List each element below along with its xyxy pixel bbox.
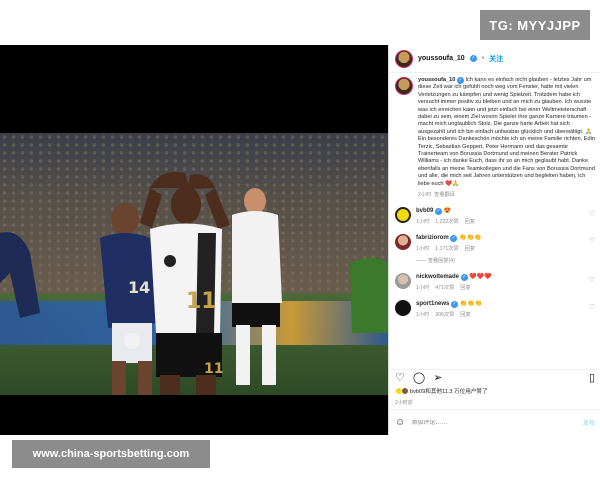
comment-avatar[interactable] [395, 273, 411, 290]
opponent-player-left: 14 [100, 203, 158, 395]
share-icon[interactable]: ➢ [433, 373, 442, 384]
comment-text: ❤️❤️❤️ [469, 274, 492, 281]
main-player: 11 11 [140, 172, 230, 395]
comment-input[interactable] [411, 419, 577, 426]
comment-line: fabriziorom ✓ 👏👏👏 [416, 234, 595, 243]
caption-avatar[interactable] [395, 77, 413, 95]
comment-item: fabriziorom ✓ 👏👏👏 1小时 1,171次赞 回复 —— 查看回复… [395, 234, 595, 264]
reply-button[interactable]: 回复 [465, 218, 475, 225]
comment-likes[interactable]: 1,171次赞 [435, 245, 458, 252]
view-replies-link[interactable]: —— 查看回复(4) [416, 257, 595, 264]
comment-item: sport1news ✓ 👏👏👏 1小时 306次赞 回复 ♡ [395, 300, 595, 318]
comment-meta: 1小时 306次赞 回复 [416, 311, 595, 318]
comment-body: fabriziorom ✓ 👏👏👏 1小时 1,171次赞 回复 —— 查看回复… [416, 234, 595, 264]
screenshot-page: TG: MYYJJPP 14 11 11 youssoufa_10 ✓ • 关注… [0, 0, 600, 480]
verified-icon: ✓ [456, 77, 464, 84]
verified-icon: ✓ [451, 301, 459, 309]
comment-text: 😍 [443, 208, 452, 215]
comment-line: nickwoltemade ✓ ❤️❤️❤️ [416, 273, 595, 282]
jersey-number: 11 [186, 289, 217, 314]
comment-avatar[interactable] [395, 207, 411, 224]
comments-list[interactable]: youssoufa_10 ✓ Ich kann es einfach nicht… [389, 73, 600, 369]
post-actions: ♡ ◯ ➢ ▯ [389, 369, 600, 387]
comment-like-heart-icon[interactable]: ♡ [589, 237, 595, 245]
comment-like-heart-icon[interactable]: ♡ [589, 303, 595, 311]
comment-likes[interactable]: 1,232次赞 [435, 218, 458, 225]
post-timestamp: 2小时前 [395, 400, 413, 406]
likes-text: bvb09和其他11.3 万位用户赞了 [410, 389, 488, 395]
caption-content: Ich kann es einfach nicht glauben - letz… [418, 77, 595, 187]
emoji-icon[interactable]: ☺ [395, 417, 405, 428]
comment-like-heart-icon[interactable]: ♡ [589, 276, 595, 284]
comment-like-heart-icon[interactable]: ♡ [589, 210, 595, 218]
instagram-post: 14 11 11 youssoufa_10 ✓ • 关注 youssoufa_1… [0, 45, 600, 435]
header-separator: • [481, 55, 485, 62]
caption-body: youssoufa_10 ✓ Ich kann es einfach nicht… [418, 77, 595, 198]
comment-time: 1小时 [416, 219, 430, 226]
verified-icon: ✓ [450, 235, 458, 243]
comment-body: sport1news ✓ 👏👏👏 1小时 306次赞 回复 [416, 300, 595, 318]
comment-meta: 1小时 471次赞 回复 [416, 284, 595, 291]
svg-text:11: 11 [204, 361, 223, 377]
svg-text:14: 14 [128, 278, 150, 297]
comment-text: 👏👏👏 [459, 301, 483, 308]
comment-line: sport1news ✓ 👏👏👏 [416, 300, 595, 309]
comment-meta: 1小时 1,232次赞 回复 [416, 218, 595, 225]
follow-button[interactable]: 关注 [489, 54, 503, 64]
site-watermark: www.china-sportsbetting.com [12, 440, 210, 468]
bookmark-icon[interactable]: ▯ [589, 373, 595, 384]
comment-item: bvb09 ✓ 😍 1小时 1,232次赞 回复 ♡ [395, 207, 595, 225]
teammate-player-right [232, 188, 282, 385]
post-sidebar: youssoufa_10 ✓ • 关注 youssoufa_10 ✓ Ich k… [388, 45, 600, 435]
verified-icon: ✓ [460, 274, 468, 282]
comment-text: 👏👏👏 [459, 235, 482, 242]
comment-username[interactable]: sport1news [416, 301, 449, 307]
comment-avatar[interactable] [395, 234, 411, 251]
caption: youssoufa_10 ✓ Ich kann es einfach nicht… [395, 77, 595, 198]
comment-time: 1小时 [416, 285, 430, 292]
comment-icon[interactable]: ◯ [413, 373, 425, 384]
author-username[interactable]: youssoufa_10 [418, 55, 465, 62]
reply-button[interactable]: 回复 [460, 284, 470, 291]
telegram-watermark: TG: MYYJJPP [480, 10, 590, 40]
post-comment-button[interactable]: 发布 [583, 418, 595, 427]
liker-avatars [395, 387, 409, 395]
author-avatar[interactable] [395, 49, 413, 68]
caption-meta: 2小时 查看翻译 [418, 191, 595, 198]
verified-icon: ✓ [435, 208, 443, 216]
caption-time: 2小时 [418, 192, 432, 199]
players-illustration: 14 11 11 [0, 172, 388, 395]
verified-icon: ✓ [469, 55, 477, 62]
comment-meta: 1小时 1,171次赞 回复 [416, 245, 595, 252]
comment-avatar[interactable] [395, 300, 411, 317]
post-photo[interactable]: 14 11 11 [0, 133, 388, 395]
comment-body: bvb09 ✓ 😍 1小时 1,232次赞 回复 [416, 207, 595, 225]
caption-username[interactable]: youssoufa_10 [418, 77, 455, 83]
add-comment-bar: ☺ 发布 [389, 409, 600, 435]
likes-summary[interactable]: bvb09和其他11.3 万位用户赞了 [395, 387, 488, 395]
post-header: youssoufa_10 ✓ • 关注 [389, 45, 600, 73]
translate-link[interactable]: 查看翻译 [434, 192, 455, 198]
comment-item: nickwoltemade ✓ ❤️❤️❤️ 1小时 471次赞 回复 ♡ [395, 273, 595, 291]
comment-time: 1小时 [416, 246, 430, 253]
comment-username[interactable]: nickwoltemade [416, 274, 459, 280]
comment-likes[interactable]: 306次赞 [435, 311, 454, 318]
comment-username[interactable]: bvb09 [416, 208, 433, 214]
comment-line: bvb09 ✓ 😍 [416, 207, 595, 216]
comment-time: 1小时 [416, 312, 430, 319]
comment-username[interactable]: fabriziorom [416, 235, 449, 241]
reply-button[interactable]: 回复 [465, 245, 475, 252]
comment-body: nickwoltemade ✓ ❤️❤️❤️ 1小时 471次赞 回复 [416, 273, 595, 291]
reply-button[interactable]: 回复 [460, 311, 470, 318]
caption-text: youssoufa_10 ✓ Ich kann es einfach nicht… [418, 77, 595, 188]
comment-likes[interactable]: 471次赞 [435, 284, 454, 291]
heart-icon[interactable]: ♡ [395, 373, 405, 384]
